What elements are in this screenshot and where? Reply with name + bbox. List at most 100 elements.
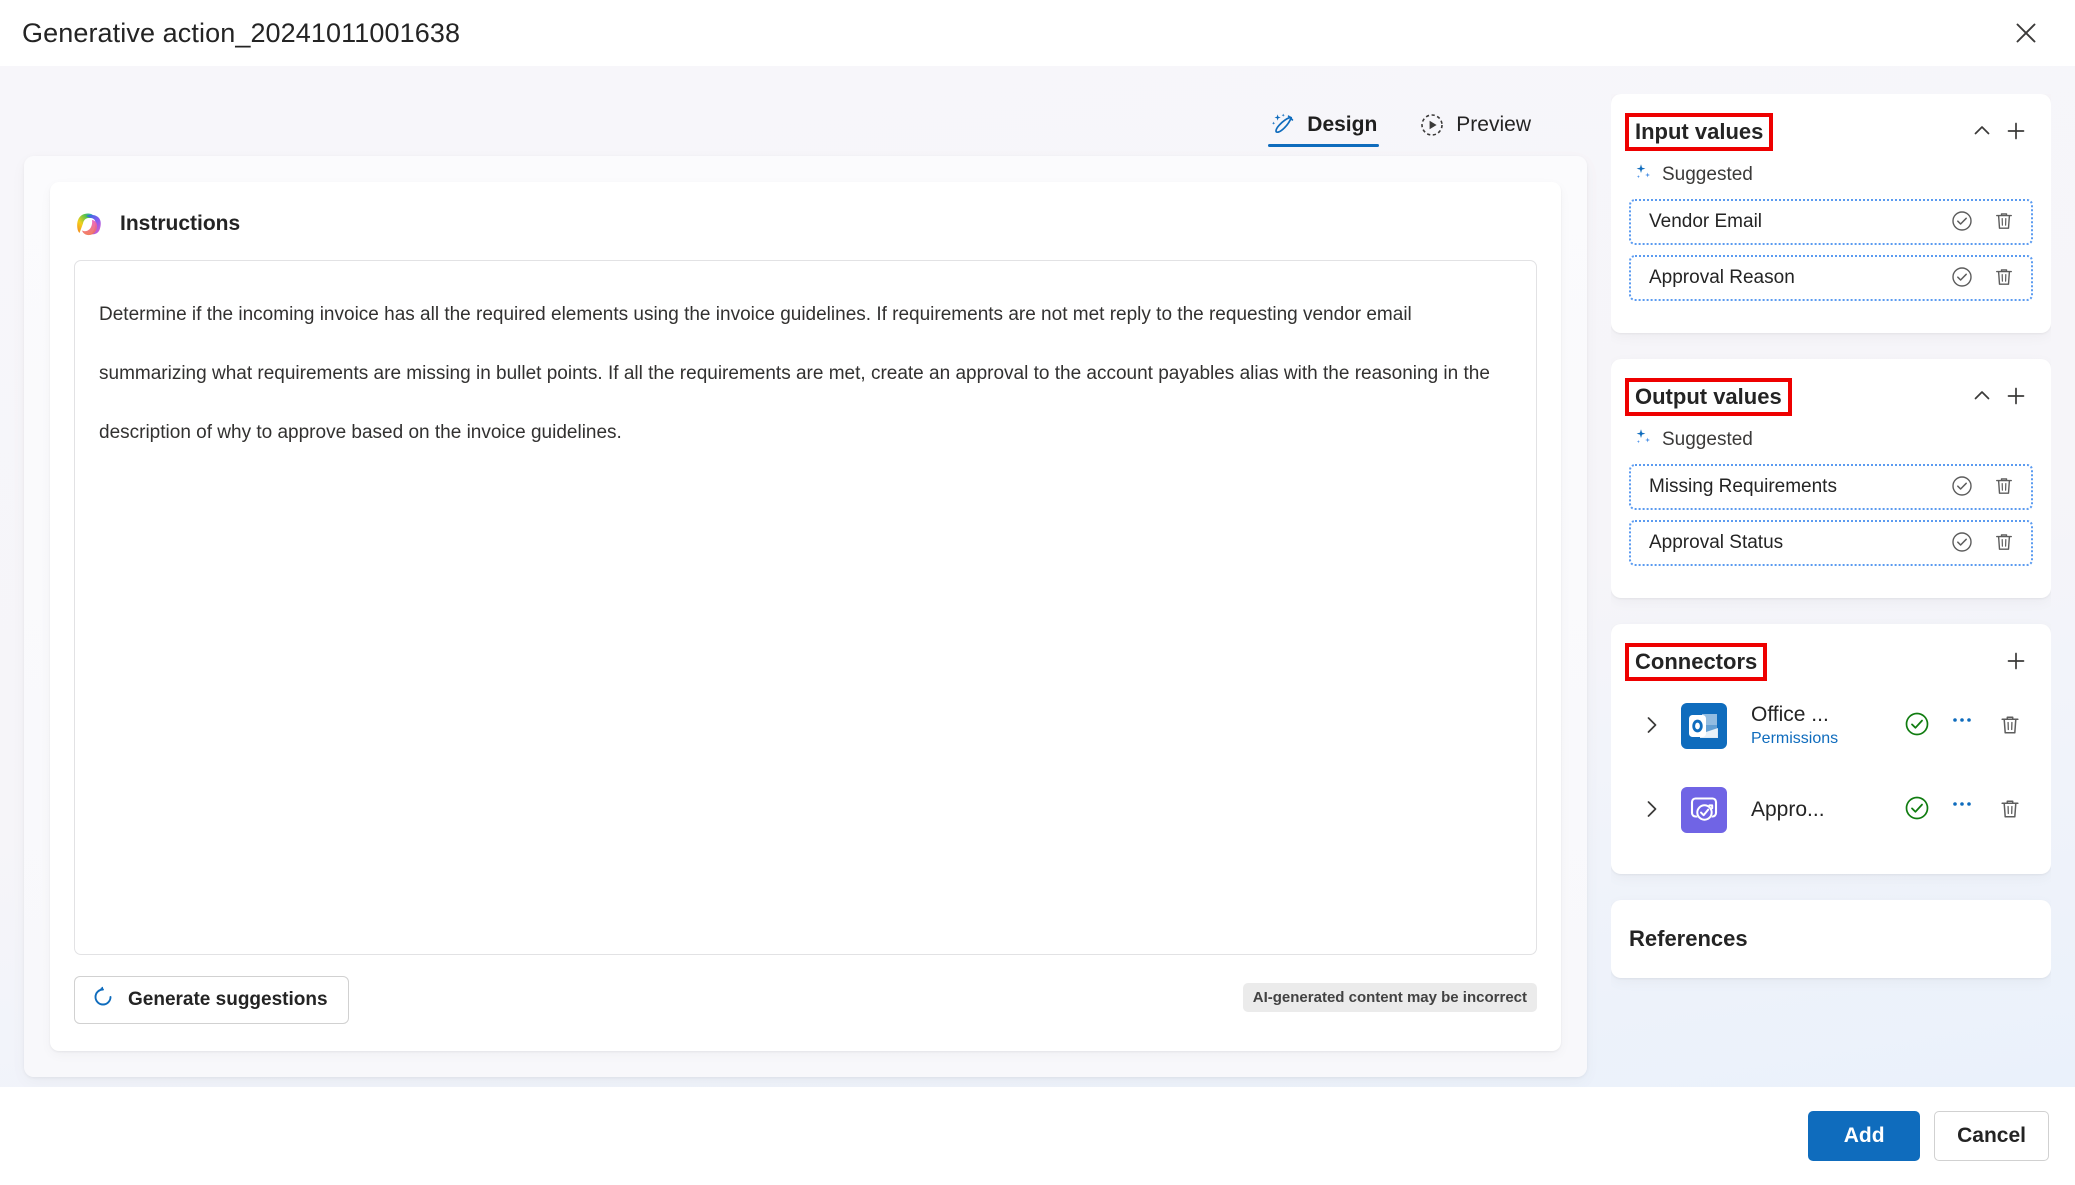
tab-preview-label: Preview bbox=[1456, 113, 1531, 136]
trash-icon bbox=[1992, 209, 2016, 236]
output-value-actions bbox=[1945, 470, 2021, 504]
connectors-panel: Connectors Office ... Permissions Appro.… bbox=[1611, 624, 2051, 874]
connector-permissions-link[interactable]: Permissions bbox=[1751, 730, 1838, 747]
connector-row[interactable]: Office ... Permissions bbox=[1629, 684, 2033, 768]
sparkle-wand-icon bbox=[1270, 112, 1296, 138]
connector-more-button[interactable] bbox=[1945, 709, 1979, 743]
input-value-actions bbox=[1945, 261, 2021, 295]
output-values-collapse-button[interactable] bbox=[1965, 380, 1999, 414]
connector-more-button[interactable] bbox=[1945, 793, 1979, 827]
instructions-card: Instructions Generate suggestions bbox=[50, 182, 1561, 1051]
plus-icon bbox=[2005, 385, 2027, 410]
generate-suggestions-button[interactable]: Generate suggestions bbox=[74, 976, 349, 1024]
instructions-input[interactable] bbox=[74, 260, 1537, 955]
accept-input-value-button[interactable] bbox=[1945, 261, 1979, 295]
connector-text: Appro... bbox=[1751, 797, 1897, 823]
trash-icon bbox=[1997, 712, 2023, 741]
tab-preview[interactable]: Preview bbox=[1415, 94, 1535, 156]
connector-name: Office ... bbox=[1751, 703, 1829, 726]
input-values-panel: Input values Suggested Vendor Email Appr… bbox=[1611, 94, 2051, 333]
output-value-item[interactable]: Approval Status bbox=[1629, 520, 2033, 566]
input-values-suggested-row: Suggested bbox=[1633, 162, 2033, 187]
design-canvas: Instructions Generate suggestions bbox=[24, 156, 1587, 1077]
close-button[interactable] bbox=[2003, 10, 2049, 56]
accept-input-value-button[interactable] bbox=[1945, 205, 1979, 239]
trash-icon bbox=[1992, 265, 2016, 292]
input-value-name: Approval Reason bbox=[1649, 267, 1795, 288]
tab-design-label: Design bbox=[1307, 113, 1378, 136]
check-circle-icon bbox=[1950, 265, 1974, 292]
connector-name: Appro... bbox=[1751, 798, 1825, 821]
instructions-title: Instructions bbox=[120, 212, 241, 235]
input-value-name: Vendor Email bbox=[1649, 211, 1763, 232]
dialog-body: Design Preview Instructions Determine if… bbox=[0, 66, 2075, 1087]
office365-outlook-icon bbox=[1681, 703, 1727, 749]
trash-icon bbox=[1997, 796, 2023, 825]
output-values-suggested-row: Suggested bbox=[1633, 427, 2033, 452]
input-value-item[interactable]: Approval Reason bbox=[1629, 255, 2033, 301]
generative-action-dialog: Generative action_20241011001638 Design … bbox=[0, 0, 2075, 1185]
output-values-add-button[interactable] bbox=[1999, 380, 2033, 414]
input-value-item[interactable]: Vendor Email bbox=[1629, 199, 2033, 245]
dialog-header: Generative action_20241011001638 bbox=[0, 0, 2075, 66]
references-title: References bbox=[1629, 926, 1748, 951]
connector-expand-button[interactable] bbox=[1635, 709, 1669, 743]
output-values-panel: Output values Suggested Missing Requirem… bbox=[1611, 359, 2051, 598]
input-values-add-button[interactable] bbox=[1999, 115, 2033, 149]
more-horizontal-icon bbox=[1949, 791, 1975, 822]
connector-actions bbox=[1903, 793, 2027, 827]
check-circle-icon bbox=[1950, 209, 1974, 236]
connector-expand-button[interactable] bbox=[1635, 793, 1669, 827]
main-column: Design Preview Instructions Determine if… bbox=[24, 94, 1587, 1087]
connector-text: Office ... Permissions bbox=[1751, 702, 1897, 750]
chevron-up-icon bbox=[1971, 120, 1993, 145]
check-circle-green-icon bbox=[1903, 710, 1931, 743]
connector-row[interactable]: Appro... bbox=[1629, 768, 2033, 852]
connector-actions bbox=[1903, 709, 2027, 743]
delete-input-value-button[interactable] bbox=[1987, 261, 2021, 295]
delete-input-value-button[interactable] bbox=[1987, 205, 2021, 239]
dialog-footer: Add Cancel bbox=[0, 1087, 2075, 1185]
right-rail: Input values Suggested Vendor Email Appr… bbox=[1611, 94, 2051, 1087]
connector-delete-button[interactable] bbox=[1993, 793, 2027, 827]
generate-suggestions-label: Generate suggestions bbox=[128, 989, 328, 1010]
instructions-header: Instructions bbox=[74, 204, 1537, 244]
delete-output-value-button[interactable] bbox=[1987, 470, 2021, 504]
close-icon bbox=[2015, 22, 2037, 44]
check-circle-icon bbox=[1950, 530, 1974, 557]
add-button[interactable]: Add bbox=[1808, 1111, 1921, 1161]
accept-output-value-button[interactable] bbox=[1945, 526, 1979, 560]
check-circle-icon bbox=[1950, 474, 1974, 501]
plus-icon bbox=[2005, 120, 2027, 145]
input-values-header: Input values bbox=[1624, 110, 2033, 154]
output-values-header: Output values bbox=[1625, 375, 2033, 419]
output-value-name: Missing Requirements bbox=[1649, 476, 1837, 497]
input-values-title: Input values bbox=[1624, 113, 1774, 151]
input-values-collapse-button[interactable] bbox=[1965, 115, 1999, 149]
connectors-add-button[interactable] bbox=[1999, 645, 2033, 679]
tab-design[interactable]: Design bbox=[1266, 94, 1381, 156]
ai-disclaimer: AI-generated content may be incorrect bbox=[1242, 983, 1537, 1012]
sparkle-icon bbox=[1633, 427, 1653, 452]
delete-output-value-button[interactable] bbox=[1987, 526, 2021, 560]
output-values-title: Output values bbox=[1625, 378, 1792, 416]
instructions-footer: Generate suggestions AI-generated conten… bbox=[74, 969, 1537, 1031]
input-value-actions bbox=[1945, 205, 2021, 239]
copilot-icon bbox=[74, 208, 106, 240]
play-circle-dashed-icon bbox=[1419, 112, 1445, 138]
connectors-title: Connectors bbox=[1624, 643, 1768, 681]
output-value-actions bbox=[1945, 526, 2021, 560]
accept-output-value-button[interactable] bbox=[1945, 470, 1979, 504]
tab-bar: Design Preview bbox=[24, 94, 1587, 156]
trash-icon bbox=[1992, 474, 2016, 501]
more-horizontal-icon bbox=[1949, 707, 1975, 738]
output-value-item[interactable]: Missing Requirements bbox=[1629, 464, 2033, 510]
input-values-suggested-label: Suggested bbox=[1662, 163, 1753, 185]
cancel-button[interactable]: Cancel bbox=[1934, 1111, 2049, 1161]
references-panel: References bbox=[1611, 900, 2051, 978]
connectors-header: Connectors bbox=[1624, 640, 2033, 684]
connector-delete-button[interactable] bbox=[1993, 709, 2027, 743]
page-title: Generative action_20241011001638 bbox=[22, 17, 461, 48]
plus-icon bbox=[2005, 650, 2027, 675]
refresh-icon bbox=[91, 985, 115, 1015]
